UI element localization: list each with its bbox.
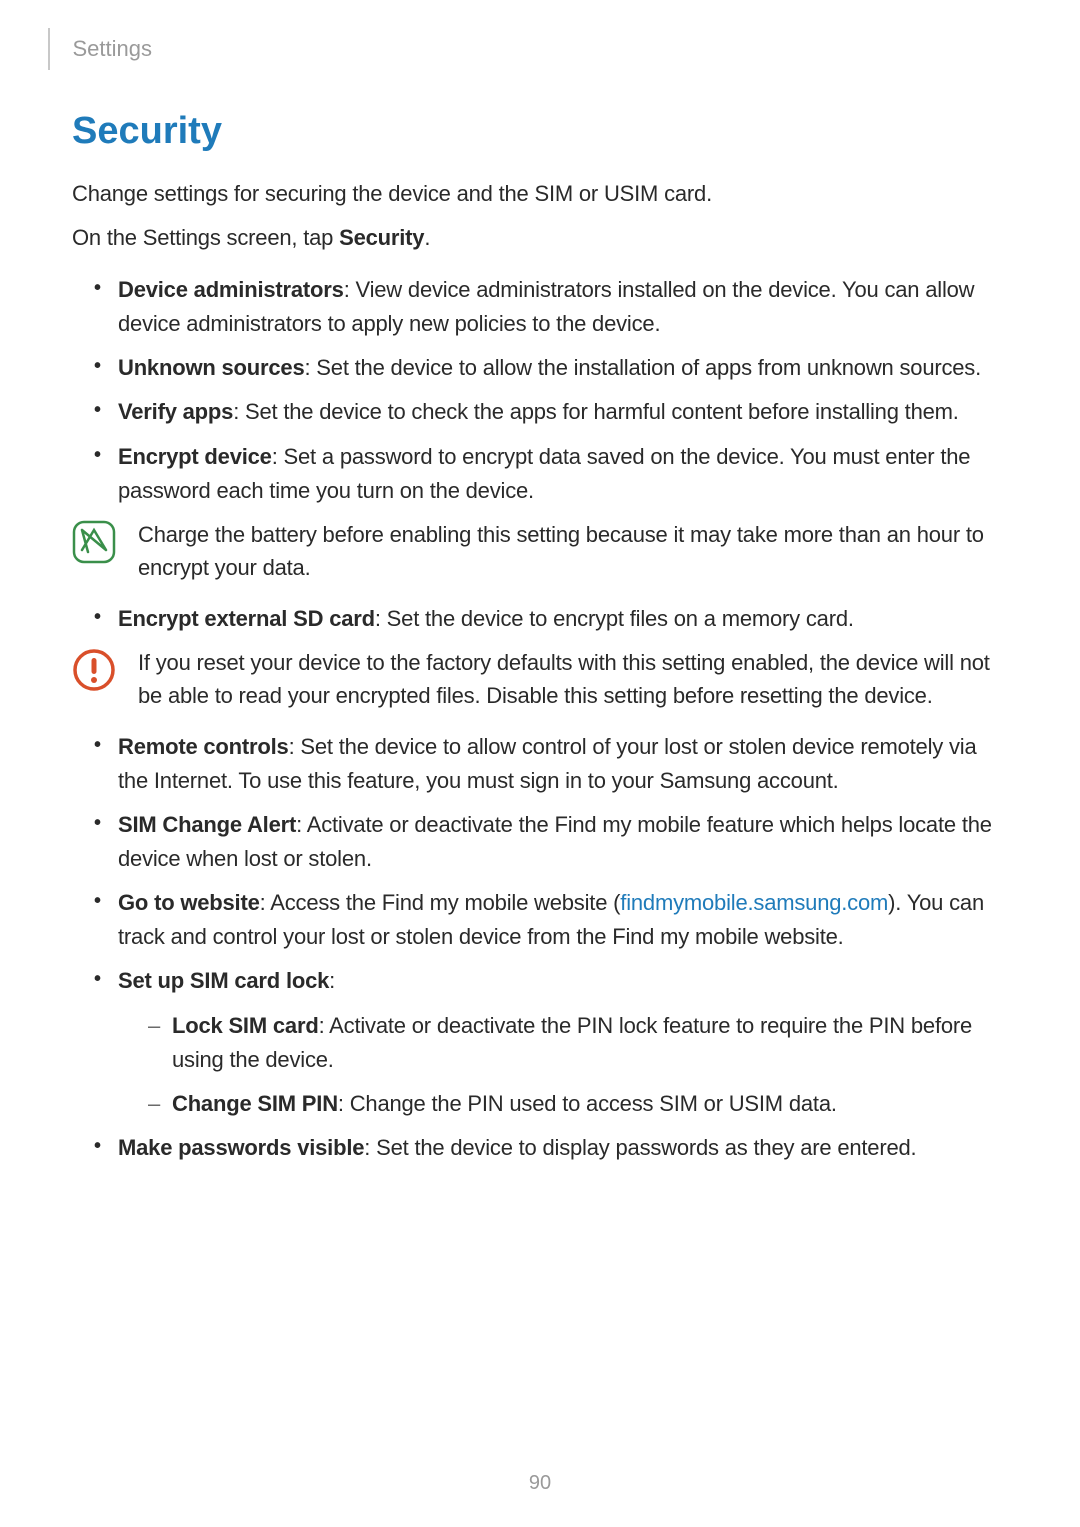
text-goto-website-prefix: : Access the Find my mobile website ( bbox=[260, 890, 621, 915]
label-setup-sim-lock: Set up SIM card lock bbox=[118, 968, 329, 993]
text-setup-sim-lock: : bbox=[329, 968, 335, 993]
intro2-suffix: . bbox=[424, 225, 430, 250]
label-sim-change-alert: SIM Change Alert bbox=[118, 812, 296, 837]
item-sim-change-alert: SIM Change Alert: Activate or deactivate… bbox=[94, 808, 1008, 876]
note-info-icon bbox=[72, 520, 116, 564]
item-device-administrators: Device administrators: View device admin… bbox=[94, 273, 1008, 341]
label-encrypt-sd: Encrypt external SD card bbox=[118, 606, 375, 631]
sub-item-lock-sim: Lock SIM card: Activate or deactivate th… bbox=[148, 1009, 1008, 1077]
intro2-bold: Security bbox=[339, 225, 424, 250]
item-encrypt-device: Encrypt device: Set a password to encryp… bbox=[94, 440, 1008, 508]
label-change-pin: Change SIM PIN bbox=[172, 1091, 338, 1116]
label-verify-apps: Verify apps bbox=[118, 399, 233, 424]
item-verify-apps: Verify apps: Set the device to check the… bbox=[94, 395, 1008, 429]
sub-list-sim: Lock SIM card: Activate or deactivate th… bbox=[118, 1009, 1008, 1121]
intro-paragraph-1: Change settings for securing the device … bbox=[72, 177, 1008, 211]
note-reset-text: If you reset your device to the factory … bbox=[138, 646, 1008, 712]
intro2-prefix: On the Settings screen, tap bbox=[72, 225, 339, 250]
label-make-passwords-visible: Make passwords visible bbox=[118, 1135, 364, 1160]
section-heading-security: Security bbox=[72, 110, 1008, 153]
page-number: 90 bbox=[0, 1472, 1080, 1495]
text-unknown-sources: : Set the device to allow the installati… bbox=[304, 355, 981, 380]
item-setup-sim-lock: Set up SIM card lock: Lock SIM card: Act… bbox=[94, 964, 1008, 1120]
label-goto-website: Go to website bbox=[118, 890, 260, 915]
label-device-administrators: Device administrators bbox=[118, 277, 344, 302]
text-make-passwords-visible: : Set the device to display passwords as… bbox=[364, 1135, 916, 1160]
item-goto-website: Go to website: Access the Find my mobile… bbox=[94, 886, 1008, 954]
bullet-list-bottom: Remote controls: Set the device to allow… bbox=[72, 730, 1008, 1165]
label-remote-controls: Remote controls bbox=[118, 734, 289, 759]
note-charge-battery: Charge the battery before enabling this … bbox=[72, 518, 1008, 584]
header: Settings bbox=[0, 0, 1080, 70]
label-lock-sim: Lock SIM card bbox=[172, 1013, 319, 1038]
bullet-list-sd: Encrypt external SD card: Set the device… bbox=[72, 602, 1008, 636]
content-area: Security Change settings for securing th… bbox=[0, 70, 1080, 1165]
item-remote-controls: Remote controls: Set the device to allow… bbox=[94, 730, 1008, 798]
text-change-pin: : Change the PIN used to access SIM or U… bbox=[338, 1091, 837, 1116]
breadcrumb: Settings bbox=[72, 36, 152, 62]
note-warning-icon bbox=[72, 648, 116, 692]
item-make-passwords-visible: Make passwords visible: Set the device t… bbox=[94, 1131, 1008, 1165]
note-charge-text: Charge the battery before enabling this … bbox=[138, 518, 1008, 584]
header-divider bbox=[48, 28, 50, 70]
label-encrypt-device: Encrypt device bbox=[118, 444, 272, 469]
note-reset-warning: If you reset your device to the factory … bbox=[72, 646, 1008, 712]
bullet-list-top: Device administrators: View device admin… bbox=[72, 273, 1008, 508]
item-encrypt-sd: Encrypt external SD card: Set the device… bbox=[94, 602, 1008, 636]
text-encrypt-sd: : Set the device to encrypt files on a m… bbox=[375, 606, 854, 631]
label-unknown-sources: Unknown sources bbox=[118, 355, 304, 380]
item-unknown-sources: Unknown sources: Set the device to allow… bbox=[94, 351, 1008, 385]
intro-paragraph-2: On the Settings screen, tap Security. bbox=[72, 221, 1008, 255]
text-verify-apps: : Set the device to check the apps for h… bbox=[233, 399, 958, 424]
sub-item-change-pin: Change SIM PIN: Change the PIN used to a… bbox=[148, 1087, 1008, 1121]
link-findmymobile[interactable]: findmymobile.samsung.com bbox=[620, 890, 888, 915]
